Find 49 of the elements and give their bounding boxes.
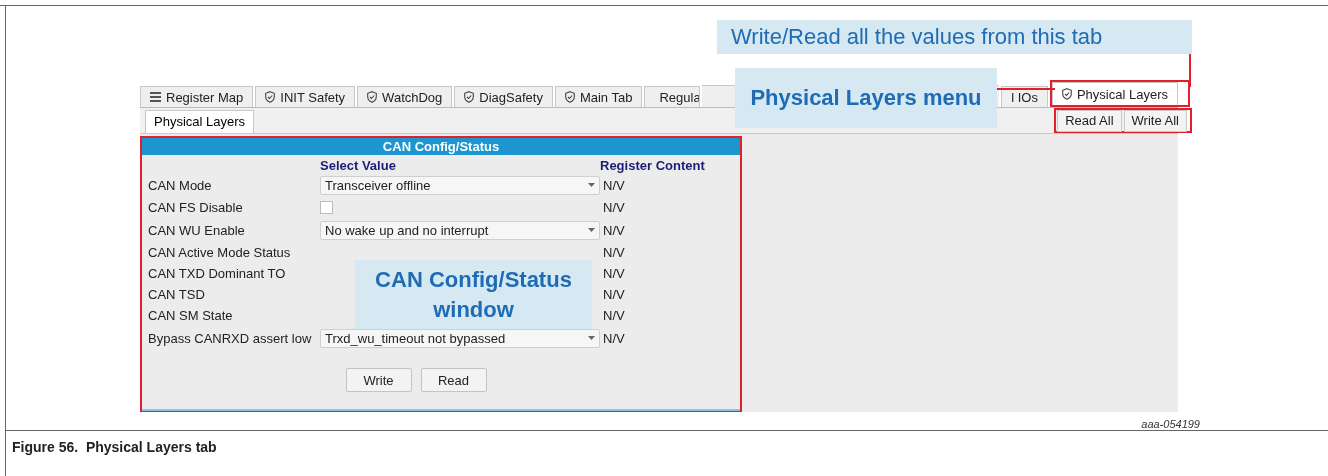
register-value: N/V — [602, 177, 626, 193]
caret-icon — [588, 228, 595, 232]
grid-icon — [150, 92, 161, 102]
dropdown[interactable]: Transceiver offline — [320, 175, 600, 195]
tab[interactable]: INIT Safety — [255, 86, 356, 107]
tab[interactable]: Physical Layers — [1051, 82, 1178, 105]
shield-icon — [1061, 88, 1072, 100]
register-value: N/V — [602, 287, 626, 302]
column-header: Select Value — [320, 158, 397, 173]
shield-icon — [367, 91, 378, 103]
tab[interactable]: WatchDog — [357, 86, 453, 107]
caret-icon — [588, 183, 595, 187]
dropdown[interactable]: Trxd_wu_timeout not bypassed — [320, 328, 600, 348]
field-label: CAN SM State — [148, 308, 234, 323]
sub-tab[interactable]: Physical Layers — [145, 110, 255, 133]
shield-icon — [265, 91, 276, 103]
action-button[interactable]: Read — [420, 368, 487, 392]
field-label: CAN TSD — [148, 287, 206, 302]
field-label: CAN Active Mode Status — [148, 245, 292, 260]
tab[interactable]: DiagSafety — [454, 86, 553, 107]
register-value: N/V — [602, 266, 626, 281]
toolbar-button[interactable]: Write All — [1123, 109, 1187, 132]
field-label: Bypass CANRXD assert low — [148, 330, 313, 346]
dropdown[interactable]: No wake up and no interrupt — [320, 220, 600, 240]
callout-label: CAN Config/Status window — [355, 260, 592, 329]
callout-label: Physical Layers menu — [735, 68, 997, 128]
shield-icon — [464, 91, 475, 103]
field-label: CAN WU Enable — [148, 222, 246, 238]
register-value: N/V — [602, 308, 626, 323]
tab[interactable]: l IOs — [1001, 86, 1048, 107]
field-label: CAN TXD Dominant TO — [148, 266, 287, 281]
field-label: CAN FS Disable — [148, 200, 244, 215]
figure-caption: Figure 56. Physical Layers tab — [12, 439, 217, 455]
register-value: N/V — [602, 200, 626, 215]
action-button[interactable]: Write — [345, 368, 412, 392]
tab[interactable]: Register Map — [140, 86, 254, 107]
figure-id: aaa-054199 — [1141, 418, 1200, 430]
toolbar-button[interactable]: Read All — [1057, 109, 1122, 132]
register-value: N/V — [602, 222, 626, 238]
callout-label: Write/Read all the values from this tab — [717, 20, 1192, 54]
caret-icon — [588, 336, 595, 340]
checkbox[interactable] — [320, 201, 333, 214]
shield-icon — [564, 91, 575, 103]
tab[interactable]: Main Tab — [554, 86, 643, 107]
column-header: Register Content — [600, 158, 706, 173]
register-value: N/V — [602, 330, 626, 346]
field-label: CAN Mode — [148, 177, 213, 193]
register-value: N/V — [602, 245, 626, 260]
panel-title: CAN Config/Status — [142, 138, 740, 155]
